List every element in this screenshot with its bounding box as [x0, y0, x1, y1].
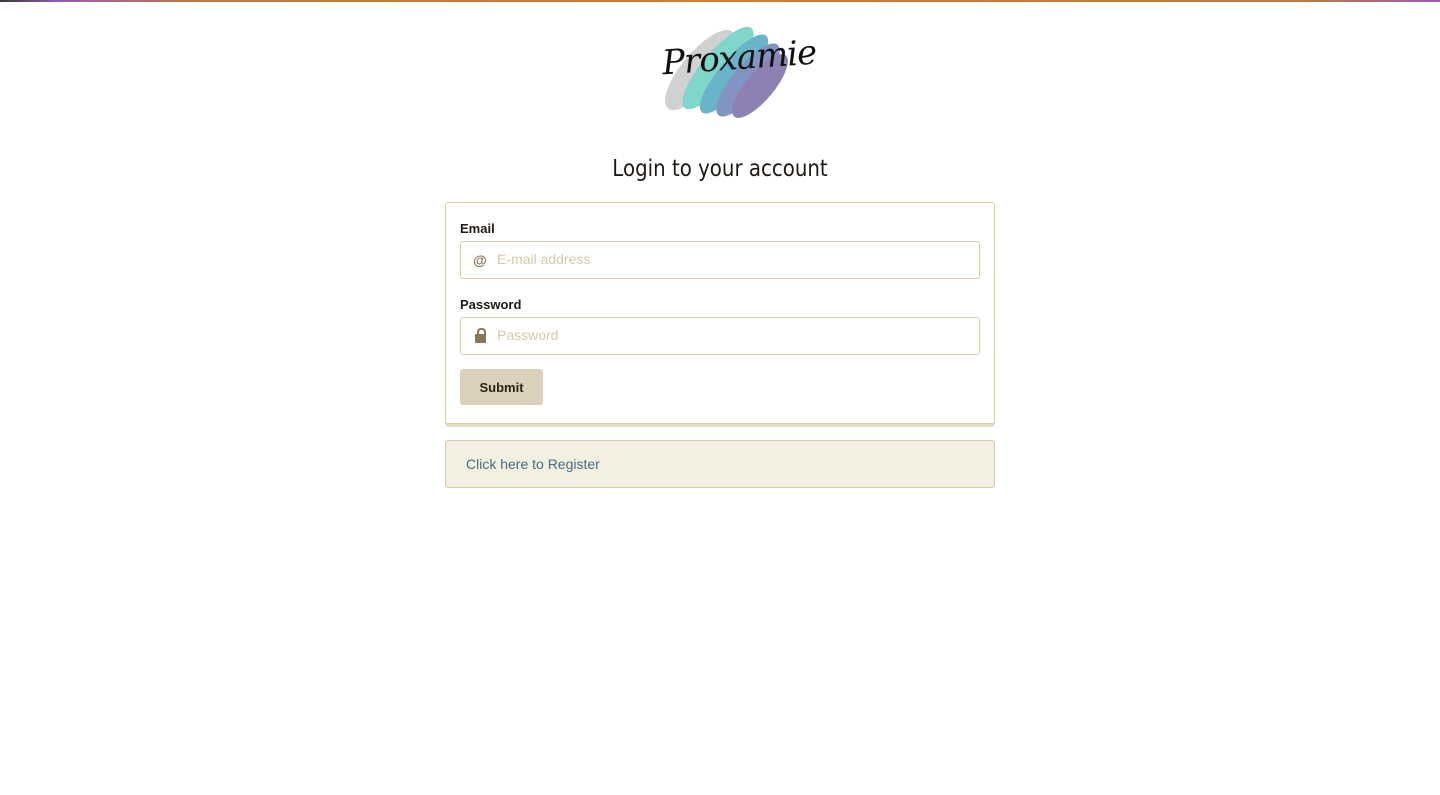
top-accent-bar — [0, 0, 1440, 2]
email-field[interactable]: @ — [460, 241, 980, 279]
email-label: Email — [460, 221, 495, 236]
password-field[interactable] — [460, 317, 980, 355]
register-message: Click here to Register — [445, 440, 995, 488]
login-page: Proxamie Login to your account Email @ P… — [0, 0, 1440, 795]
password-input[interactable] — [497, 318, 967, 352]
login-form: Email @ Password Submit — [445, 202, 995, 424]
lock-icon — [471, 318, 489, 354]
at-sign-icon: @ — [473, 252, 487, 268]
email-input[interactable] — [497, 242, 967, 276]
submit-button[interactable]: Submit — [460, 369, 543, 405]
page-title: Login to your account — [612, 156, 828, 182]
brand-logo: Proxamie — [650, 10, 817, 128]
register-link[interactable]: Click here to Register — [466, 456, 600, 472]
password-label: Password — [460, 297, 522, 312]
